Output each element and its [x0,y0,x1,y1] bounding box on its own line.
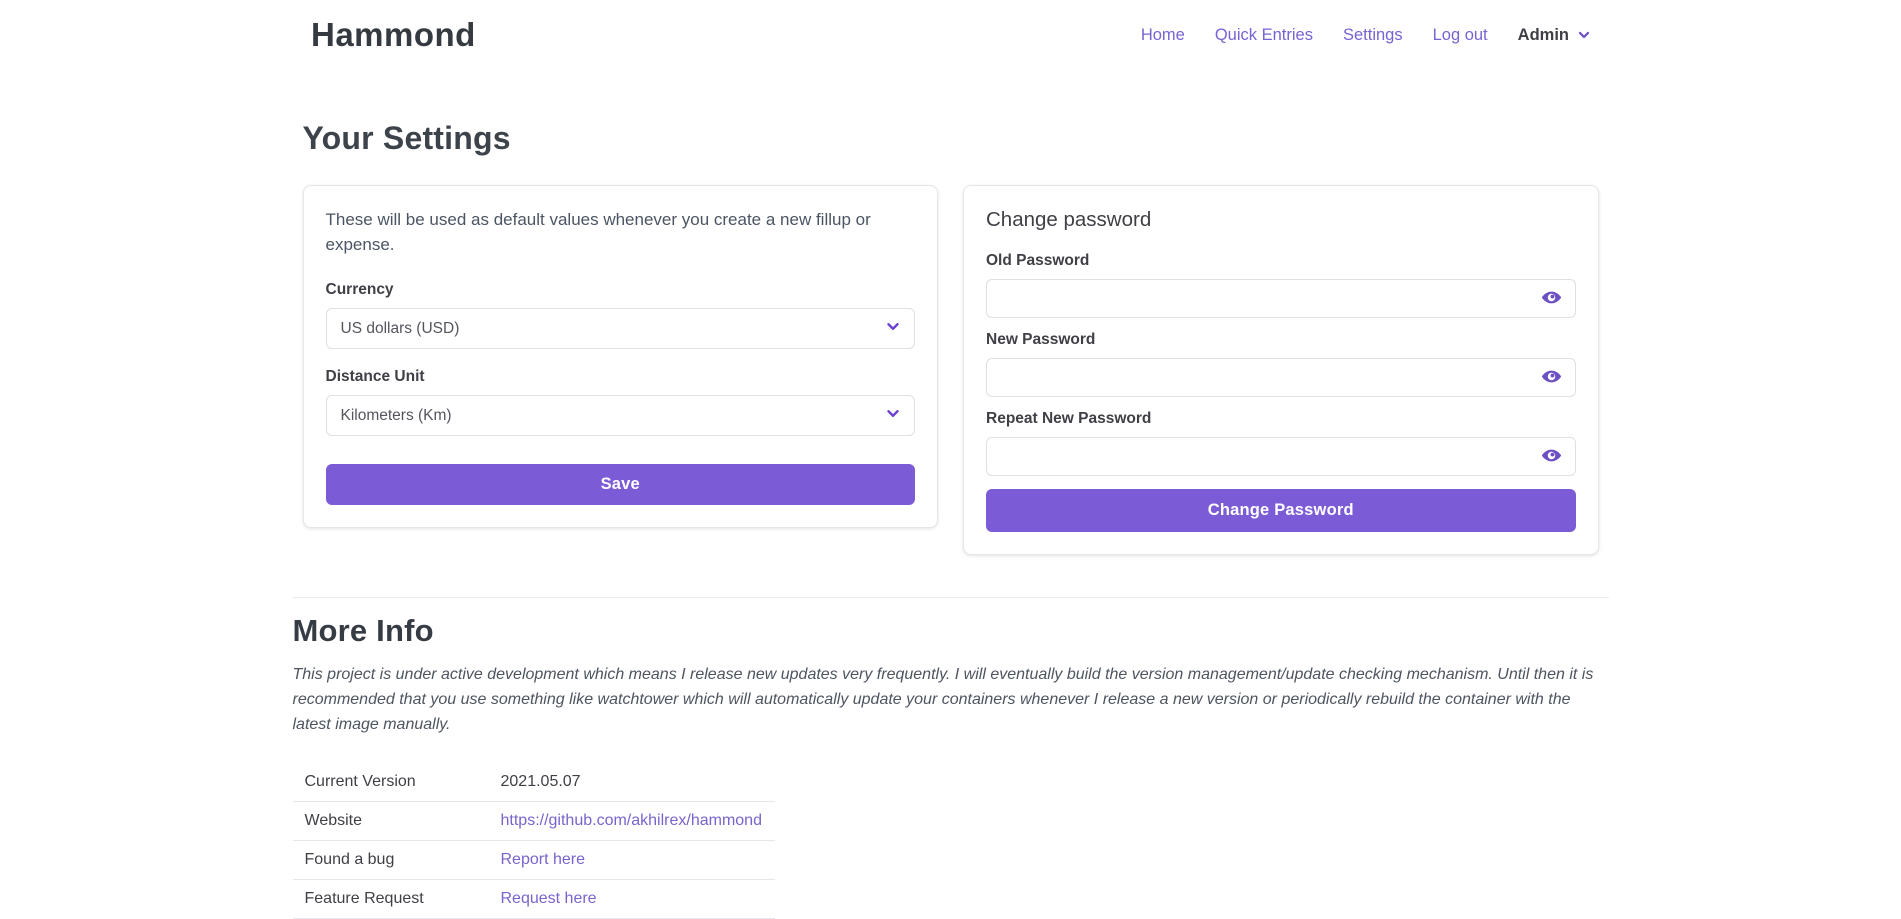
more-info-table: Current Version 2021.05.07 Website https… [293,763,775,919]
settings-page: Your Settings These will be used as defa… [293,120,1609,919]
table-row: Found a bug Report here [293,841,775,880]
new-password-input[interactable] [986,358,1576,397]
new-password-label: New Password [986,331,1576,349]
default-values-description: These will be used as default values whe… [326,208,901,257]
info-value: 2021.05.07 [501,773,581,790]
nav-item-logout[interactable]: Log out [1433,26,1488,45]
table-row: Current Version 2021.05.07 [293,763,775,802]
more-info-note: This project is under active development… [293,662,1609,737]
distance-unit-label: Distance Unit [326,368,916,386]
new-password-field-wrap [986,358,1576,397]
default-values-card: These will be used as default values whe… [303,185,939,528]
currency-selected-value: US dollars (USD) [341,320,460,338]
repeat-new-password-field-wrap [986,437,1576,476]
chevron-down-icon [884,317,902,340]
repeat-new-password-input[interactable] [986,437,1576,476]
info-label: Found a bug [293,841,489,880]
nav-item-settings[interactable]: Settings [1343,26,1403,45]
repeat-new-password-label: Repeat New Password [986,410,1576,428]
table-row: Website https://github.com/akhilrex/hamm… [293,802,775,841]
save-button[interactable]: Save [326,464,916,505]
toggle-old-password-visibility-button[interactable] [1541,288,1563,310]
toggle-new-password-visibility-button[interactable] [1541,367,1563,389]
info-label: Feature Request [293,880,489,919]
old-password-input[interactable] [986,279,1576,318]
chevron-down-icon [1576,27,1592,43]
toggle-repeat-password-visibility-button[interactable] [1541,446,1563,468]
user-menu-label: Admin [1518,26,1569,45]
chevron-down-icon [884,404,902,427]
change-password-card: Change password Old Password New Passwor… [963,185,1599,555]
eye-icon [1541,366,1562,390]
brand-logo[interactable]: Hammond [311,16,476,54]
old-password-field-wrap [986,279,1576,318]
section-divider [293,597,1609,598]
eye-icon [1541,445,1562,469]
distance-unit-select[interactable]: Kilometers (Km) [326,395,916,436]
distance-unit-selected-value: Kilometers (Km) [341,407,452,425]
info-label: Website [293,802,489,841]
table-row: Feature Request Request here [293,880,775,919]
user-menu-dropdown[interactable]: Admin [1518,26,1592,45]
info-label: Current Version [293,763,489,802]
report-bug-link[interactable]: Report here [501,851,586,868]
distance-unit-field-group: Distance Unit Kilometers (Km) [326,368,916,436]
currency-label: Currency [326,281,916,299]
website-link[interactable]: https://github.com/akhilrex/hammond [501,812,762,829]
eye-icon [1541,287,1562,311]
page-title: Your Settings [303,120,1609,157]
currency-field-group: Currency US dollars (USD) [326,281,916,349]
nav-item-home[interactable]: Home [1141,26,1185,45]
change-password-title: Change password [986,208,1576,232]
change-password-button[interactable]: Change Password [986,489,1576,532]
top-navbar: Hammond Home Quick Entries Settings Log … [0,0,1901,70]
nav-item-quick-entries[interactable]: Quick Entries [1215,26,1313,45]
settings-cards-row: These will be used as default values whe… [293,185,1609,555]
feature-request-link[interactable]: Request here [501,890,597,907]
more-info-title: More Info [293,613,1609,649]
main-nav: Home Quick Entries Settings Log out Admi… [1141,26,1592,45]
old-password-label: Old Password [986,252,1576,270]
currency-select[interactable]: US dollars (USD) [326,308,916,349]
